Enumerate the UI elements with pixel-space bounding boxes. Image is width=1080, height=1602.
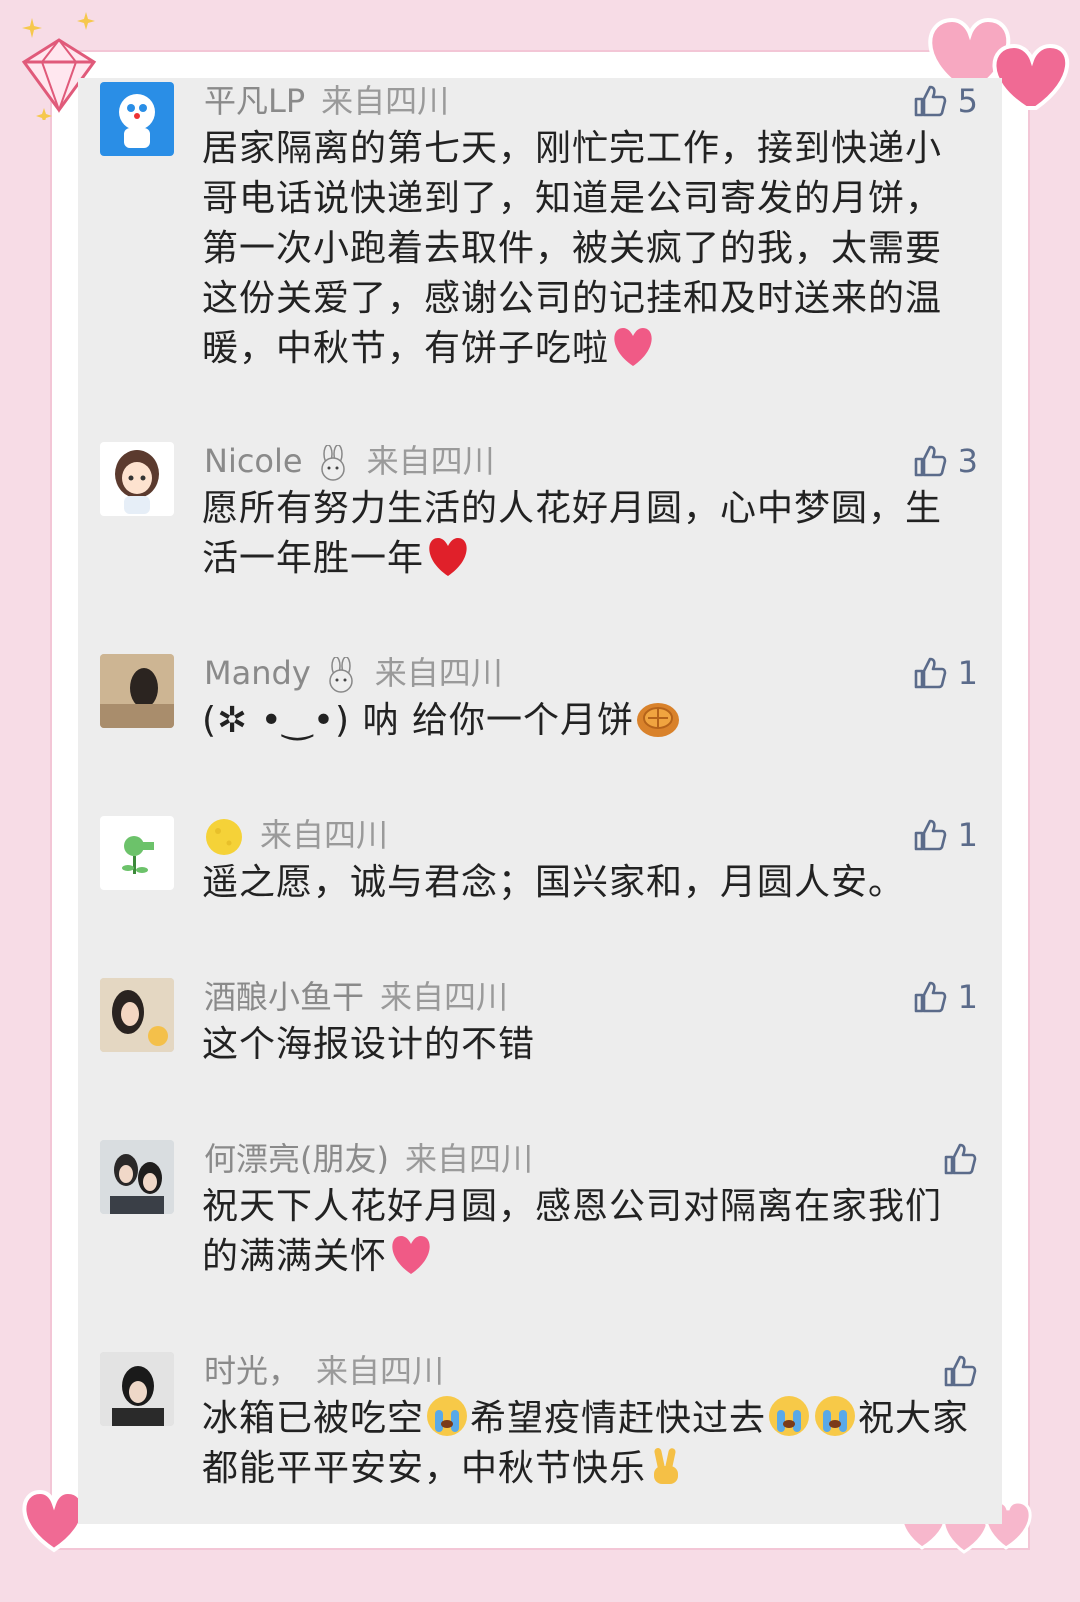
thumbs-up-icon <box>914 85 946 117</box>
like-count: 1 <box>957 978 978 1016</box>
rabbit-icon <box>320 445 345 481</box>
avatar[interactable] <box>100 1352 174 1426</box>
thumbs-up-icon <box>914 819 946 851</box>
comment-text: 遥之愿，诚与君念；国兴家和，月圆人安。 <box>202 862 906 903</box>
comment-text: (✲ •‿•) 呐 给你一个月饼 <box>202 696 972 746</box>
red-heart-icon <box>429 538 467 576</box>
source-label: 来自四川 <box>260 816 389 854</box>
like-button[interactable] <box>942 1348 978 1394</box>
comment-item: 何漂亮(朋友) 来自四川 祝天下人花好月圆，感恩公司对隔离在家我们的满满关怀 <box>78 1136 1002 1296</box>
source-label: 来自四川 <box>374 654 503 692</box>
moon-icon <box>206 819 242 855</box>
like-button[interactable]: 3 <box>912 438 978 484</box>
source-label: 来自四川 <box>366 442 495 480</box>
like-count: 5 <box>957 82 978 120</box>
username[interactable]: 何漂亮(朋友) <box>204 1140 389 1178</box>
comments-panel: 平凡LP 来自四川 5 居家隔离的第七天，刚忙完工作，接到快递小哥电话说快递到了，… <box>78 78 1002 1524</box>
comment-meta: 时光， 来自四川 <box>204 1348 444 1394</box>
thumbs-up-icon <box>944 1143 977 1175</box>
comment-text: 冰箱已被吃空 希望疫情赶快过去 祝大家都能平平安安，中秋节快乐 <box>202 1394 972 1494</box>
like-count: 3 <box>957 442 978 480</box>
comment-meta: Nicole 来自四川 <box>204 438 495 484</box>
pink-heart-icon <box>392 1236 430 1274</box>
thumbs-up-icon <box>914 981 946 1013</box>
like-count: 1 <box>957 816 978 854</box>
comment-item: 来自四川 1 遥之愿，诚与君念；国兴家和，月圆人安。 <box>78 812 1002 922</box>
like-button[interactable]: 1 <box>912 650 978 696</box>
like-button[interactable]: 5 <box>912 78 978 124</box>
username[interactable]: 酒酿小鱼干 <box>204 978 364 1016</box>
source-label: 来自四川 <box>380 978 509 1016</box>
like-button[interactable]: 1 <box>912 974 978 1020</box>
thumbs-up-icon <box>914 445 946 477</box>
comment-text: 祝天下人花好月圆，感恩公司对隔离在家我们的满满关怀 <box>202 1186 943 1277</box>
thumbs-up-icon <box>914 657 946 689</box>
source-label: 来自四川 <box>316 1352 445 1390</box>
like-count: 1 <box>957 654 978 692</box>
comment-meta: 酒酿小鱼干 来自四川 <box>204 974 508 1020</box>
comment-item: 时光， 来自四川 冰箱已被吃空 希望疫情赶快过去 祝大家都能平平安安，中秋节快乐 <box>78 1348 1002 1518</box>
avatar[interactable] <box>100 654 174 728</box>
like-button[interactable] <box>942 1136 978 1182</box>
comment-item: 酒酿小鱼干 来自四川 1 这个海报设计的不错 <box>78 974 1002 1084</box>
username[interactable]: Nicole <box>204 442 303 480</box>
comment-item: Mandy 来自四川 1 (✲ •‿•) 呐 给你一个月饼 <box>78 650 1002 760</box>
comment-text: 居家隔离的第七天，刚忙完工作，接到快递小哥电话说快递到了，知道是公司寄发的月饼，… <box>202 128 943 369</box>
comment-meta: 平凡LP 来自四川 <box>204 78 449 124</box>
comment-item: 平凡LP 来自四川 5 居家隔离的第七天，刚忙完工作，接到快递小哥电话说快递到了，… <box>78 78 1002 418</box>
avatar[interactable] <box>100 82 174 156</box>
rabbit-icon <box>329 657 353 693</box>
avatar[interactable] <box>100 816 174 890</box>
comment-meta: 何漂亮(朋友) 来自四川 <box>204 1136 533 1182</box>
source-label: 来自四川 <box>404 1140 533 1178</box>
comment-meta: 来自四川 <box>204 812 388 858</box>
mooncake-icon <box>637 703 679 737</box>
comment-text: 愿所有努力生活的人花好月圆，心中梦圆，生活一年胜一年 <box>202 488 943 579</box>
crying-face-icon <box>427 1396 468 1436</box>
comment-item: Nicole 来自四川 3 愿所有努力生活的人花好月圆，心中梦圆，生活一年胜一年 <box>78 438 1002 598</box>
avatar[interactable] <box>100 442 174 516</box>
avatar[interactable] <box>100 1140 174 1214</box>
username[interactable]: 平凡LP <box>204 82 305 120</box>
crying-face-icon <box>769 1396 810 1436</box>
pink-heart-icon <box>614 328 652 366</box>
comment-meta: Mandy 来自四川 <box>204 650 503 696</box>
like-button[interactable]: 1 <box>912 812 978 858</box>
victory-hand-icon <box>654 1448 679 1484</box>
avatar[interactable] <box>100 978 174 1052</box>
crying-face-icon <box>815 1396 856 1436</box>
source-label: 来自四川 <box>321 82 450 120</box>
comment-text: 这个海报设计的不错 <box>202 1024 536 1065</box>
username[interactable]: 时光， <box>204 1352 300 1390</box>
thumbs-up-icon <box>944 1355 977 1387</box>
username[interactable]: Mandy <box>204 654 311 692</box>
